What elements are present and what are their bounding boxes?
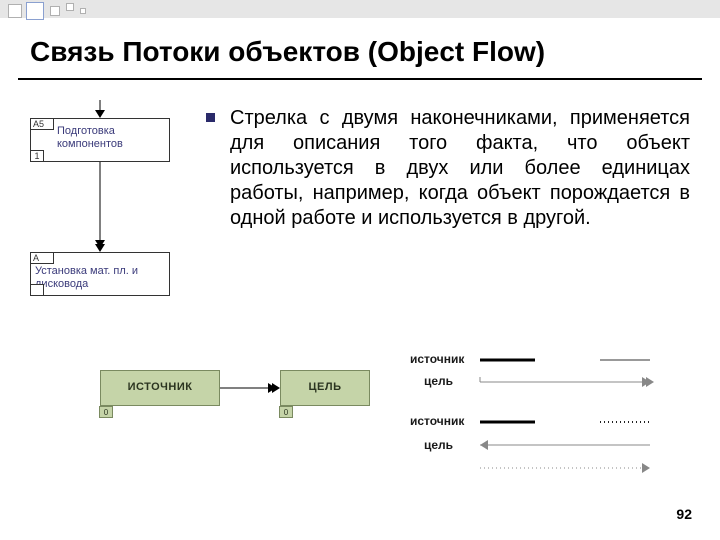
diagram-bottom: ИСТОЧНИК 0 ЦЕЛЬ 0 источник цель источник…: [100, 350, 660, 490]
decor-square: [8, 4, 22, 18]
legend-src-2: источник: [410, 414, 464, 428]
slide-title: Связь Потоки объектов (Object Flow): [30, 36, 690, 68]
title-underline: [18, 78, 702, 80]
legend-tgt-2: цель: [424, 438, 453, 452]
idef-box-1: A5 Подготовка компонентов 1: [30, 118, 170, 162]
box2-bl: [30, 284, 44, 296]
box1-id: A5: [30, 118, 54, 130]
body-paragraph: Стрелка с двумя наконечниками, применяет…: [230, 106, 690, 231]
page-number: 92: [676, 506, 692, 522]
legend-src-1: источник: [410, 352, 464, 366]
decor-square: [50, 6, 60, 16]
box2-id: A: [30, 252, 54, 264]
decor-square: [66, 3, 74, 11]
legend-tgt-1: цель: [424, 374, 453, 388]
slide-top-decoration: [0, 0, 720, 18]
decor-square: [80, 8, 86, 14]
bullet-icon: [206, 113, 215, 122]
box1-bl: 1: [30, 150, 44, 162]
bottom-arrows: [100, 350, 660, 490]
diagram-left: A5 Подготовка компонентов 1 A Установка …: [30, 100, 170, 320]
decor-square: [26, 2, 44, 20]
idef-box-2: A Установка мат. пл. и дисковода: [30, 252, 170, 296]
